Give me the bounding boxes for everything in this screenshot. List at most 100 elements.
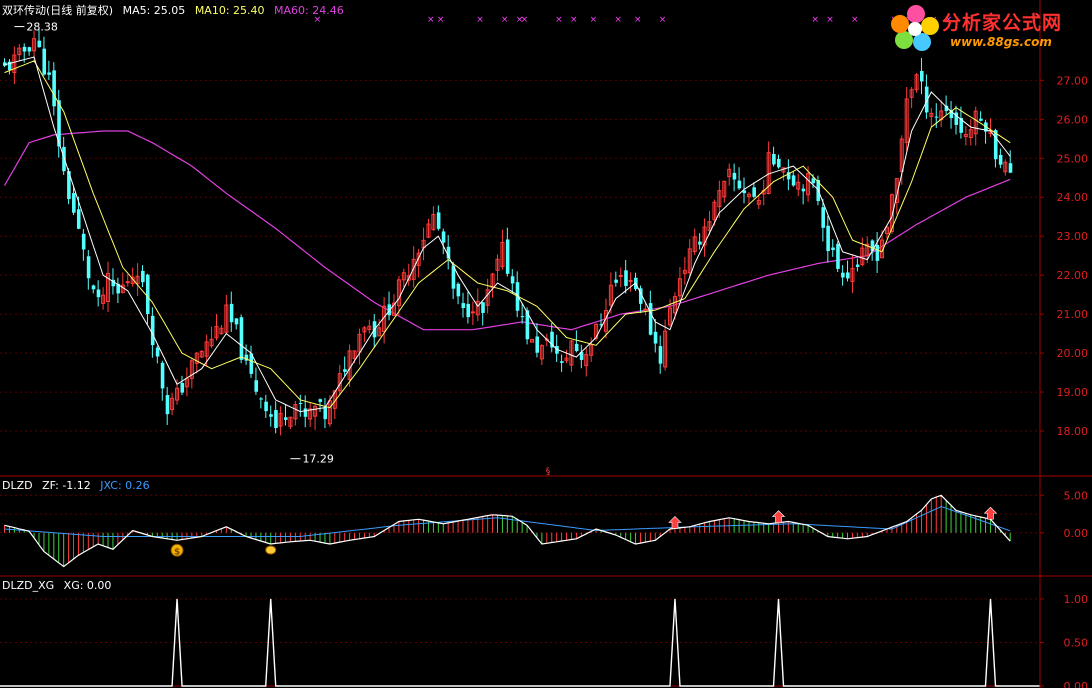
price-tick-label: 20.00 — [1057, 347, 1089, 360]
main-header: 双环传动(日线 前复权) MA5: 25.05 MA10: 25.40 MA60… — [2, 2, 350, 18]
candle-body — [934, 116, 939, 118]
signal-marker: × — [614, 15, 622, 25]
candle-body — [229, 303, 234, 323]
candle-body — [560, 361, 564, 363]
signal-marker: × — [659, 15, 667, 25]
candle-body — [76, 209, 81, 229]
signal-markers: ××××××××××××××××××××§ — [314, 15, 953, 477]
candle-body — [648, 303, 653, 335]
candle-body — [254, 380, 259, 392]
candle-body — [145, 274, 150, 315]
stock-title: 双环传动(日线 前复权) — [2, 4, 114, 17]
candle-body — [91, 285, 96, 290]
candle-body — [259, 398, 263, 400]
candle-body — [979, 118, 983, 121]
candle-body — [836, 243, 840, 269]
candle-body — [855, 264, 860, 267]
price-tick-label: 18.00 — [1057, 425, 1089, 438]
candle-body — [323, 407, 328, 420]
hand-icon — [265, 545, 277, 555]
ma10-label: MA10: 25.40 — [194, 4, 265, 17]
candle-body — [732, 172, 737, 180]
candle-body — [831, 247, 835, 250]
candle-body — [22, 46, 27, 52]
candle-body — [574, 343, 579, 351]
indicator1-tick-label: 0.00 — [1064, 527, 1089, 540]
candle-body — [470, 311, 475, 314]
candle-body — [1008, 163, 1013, 173]
candle-body — [72, 193, 76, 213]
indicator2-tick-label: 1.00 — [1064, 593, 1089, 606]
candle-body — [150, 315, 155, 346]
candle-body — [466, 303, 471, 318]
candle-body — [456, 283, 461, 297]
current-bar-marker: § — [546, 467, 551, 477]
signal-marker: × — [570, 15, 578, 25]
candle-body — [481, 302, 485, 313]
indicator-dlzd: $ — [4, 494, 1011, 568]
candle-body — [165, 395, 170, 415]
candle-body — [811, 178, 816, 184]
candle-body — [919, 70, 924, 82]
logo-title: 分析家公式网 — [942, 12, 1063, 34]
candle-body — [234, 318, 239, 325]
indicator2-title: DLZD_XG — [2, 579, 55, 592]
candle-body — [284, 417, 288, 420]
indicator2-tick-label: 0.50 — [1064, 636, 1089, 649]
candle-body — [96, 289, 101, 298]
up-arrow-icon — [668, 516, 682, 529]
indicator1-header: DLZD ZF: -1.12 JXC: 0.26 — [2, 479, 156, 492]
candle-body — [141, 270, 145, 283]
price-tick-label: 26.00 — [1057, 113, 1089, 126]
signal-marker: × — [555, 15, 563, 25]
candle-body — [37, 40, 42, 48]
candle-body — [303, 408, 308, 417]
candle-body — [264, 401, 268, 412]
candle-body — [505, 239, 510, 274]
candle-body — [535, 336, 540, 353]
candle-body — [841, 272, 845, 278]
candle-body — [274, 409, 278, 428]
candle-body — [160, 362, 165, 389]
signal-marker: × — [427, 15, 435, 25]
price-tick-label: 24.00 — [1057, 191, 1089, 204]
ma60-label: MA60: 24.46 — [274, 4, 344, 17]
candle-body — [801, 188, 806, 192]
signal-marker: × — [634, 15, 642, 25]
low-price-label: 17.29 — [302, 453, 334, 466]
high-price-label: 28.38 — [26, 21, 58, 34]
flower-icon — [891, 5, 939, 51]
site-logo: 分析家公式网 www.88gs.com — [888, 2, 1092, 54]
indicator2-tick-label: 0.00 — [1064, 680, 1089, 688]
candle-body — [180, 382, 185, 393]
signal-marker: × — [501, 15, 509, 25]
zf-label: ZF: -1.12 — [42, 479, 91, 492]
candle-body — [520, 316, 525, 318]
candle-body — [628, 279, 633, 282]
candle-body — [624, 270, 628, 286]
chart-canvas[interactable]: 28.38 17.29 $ 18.00 19.00 20.00 21.00 22.00 23… — [0, 0, 1092, 688]
xg-label: XG: 0.00 — [63, 579, 112, 592]
candle-body — [461, 303, 466, 308]
logo-url: www.88gs.com — [950, 35, 1052, 49]
indicator2-header: DLZD_XG XG: 0.00 — [2, 579, 117, 592]
up-arrow-icon — [771, 510, 786, 523]
jxc-label: JXC: 0.26 — [100, 479, 150, 492]
price-tick-label: 27.00 — [1057, 74, 1089, 87]
candle-body — [298, 402, 303, 404]
candle-body — [318, 399, 323, 402]
candle-body — [81, 233, 86, 250]
candle-body — [791, 175, 796, 186]
price-axis: 18.00 19.00 20.00 21.00 22.00 23.00 24.00 25.00… — [1039, 0, 1089, 688]
price-tick-label: 23.00 — [1057, 230, 1089, 243]
signal-marker: × — [521, 15, 529, 25]
indicator1-title: DLZD — [2, 479, 33, 492]
candle-body — [821, 207, 825, 228]
candle-body — [643, 308, 648, 311]
candle-body — [269, 414, 273, 417]
candle-body — [875, 244, 880, 261]
signal-marker: × — [437, 15, 445, 25]
candle-body — [737, 180, 742, 189]
candle-body — [441, 231, 446, 243]
candle-body — [239, 317, 244, 360]
